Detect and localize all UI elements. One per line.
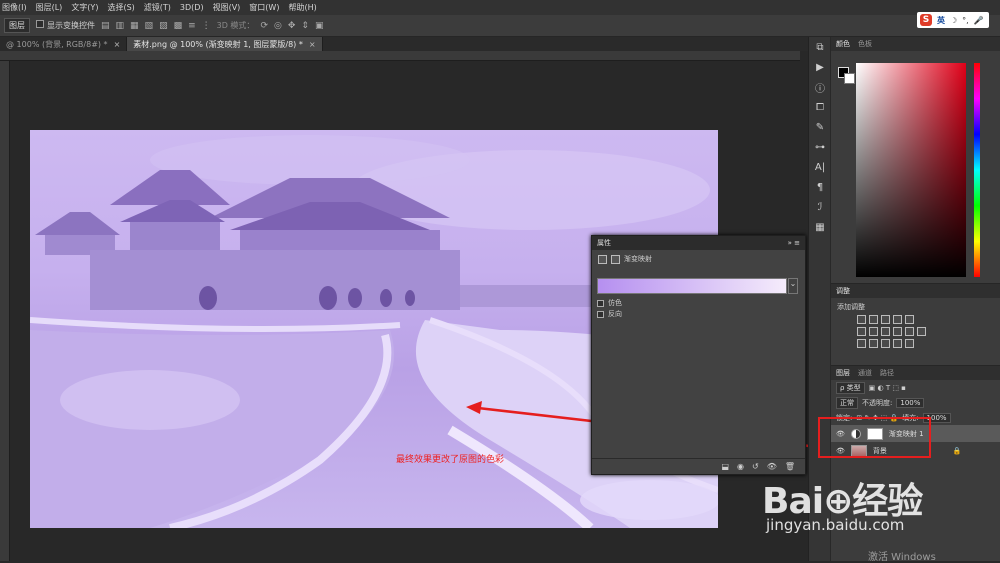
dither-label: 仿色 [608,299,622,307]
mask-icon[interactable] [611,254,620,264]
gradient-map-icon[interactable] [893,339,902,348]
tab-color[interactable]: 颜色 [836,39,850,49]
exposure-icon[interactable] [893,315,902,324]
properties-panel: 属性 » ≡ 渐变映射 ⌄ 仿色 反向 ⬓ ◉ ↺ 👁 🗑 [591,235,806,475]
blend-mode-dropdown[interactable]: 正常 [836,396,858,409]
vibrance-icon[interactable] [905,315,914,324]
character-icon[interactable]: A| [809,157,831,177]
tab-paths[interactable]: 路径 [880,368,894,378]
adjustment-icon[interactable] [598,254,607,264]
fg-bg-swatches[interactable] [838,67,856,85]
levels-icon[interactable] [869,315,878,324]
annotation-highlight-box [818,417,931,458]
history-icon[interactable]: ⧉ [809,37,831,57]
reverse-checkbox[interactable]: 反向 [597,309,622,319]
curves-icon[interactable] [881,315,890,324]
navigator-icon[interactable]: ⧠ [809,97,831,117]
checkbox-icon [597,299,604,307]
dither-checkbox[interactable]: 仿色 [597,298,622,308]
adjustment-icons-row-2 [857,327,1000,336]
tool-presets-icon[interactable]: ⊶ [809,137,831,157]
layers-panel-tabs: 图层 通道 路径 [831,366,1000,380]
color-panel-tabs: 颜色 色板 [831,37,1000,51]
blend-row: 正常 不透明度: 100% [831,395,1000,410]
brush-icon[interactable]: ✎ [809,117,831,137]
adjustments-tabs: 调整 [831,284,1000,298]
clip-icon[interactable]: ⬓ [721,462,729,471]
threshold-icon[interactable] [881,339,890,348]
tab-adjustments[interactable]: 调整 [836,286,850,296]
panel-menu-icon[interactable]: » ≡ [788,239,800,247]
opacity-label: 不透明度: [862,398,893,407]
properties-subtitle: 渐变映射 [624,255,652,263]
add-adjustment-label: 添加调整 [837,303,865,311]
black-white-icon[interactable] [881,327,890,336]
hue-slider[interactable] [974,63,980,277]
glyphs-icon[interactable]: ℐ [809,197,831,217]
properties-title: 属性 [597,239,611,247]
properties-subheader: 渐变映射 [592,250,805,268]
lock-icon: 🔒 [952,446,962,455]
color-balance-icon[interactable] [869,327,878,336]
brightness-icon[interactable] [857,315,866,324]
gradient-editor[interactable] [597,278,787,294]
paragraph-icon[interactable]: ¶ [809,177,831,197]
baidu-watermark: Bai⊕经验 jingyan.baidu.com [762,472,992,542]
color-lookup-icon[interactable] [917,327,926,336]
layer-filter-row: ρ 类型 ▣ ◐ T ⬚ ▪ [831,380,1000,395]
adjustments-panel: 调整 添加调整 [831,283,1000,365]
view-previous-icon[interactable]: ◉ [737,462,744,471]
properties-icon[interactable]: ▦ [809,217,831,237]
photo-filter-icon[interactable] [893,327,902,336]
tab-channels[interactable]: 通道 [858,368,872,378]
properties-header[interactable]: 属性 » ≡ [592,236,805,250]
hue-sat-icon[interactable] [857,327,866,336]
background-color[interactable] [844,73,855,84]
reset-icon[interactable]: ↺ [752,462,759,471]
adjustment-icons-row-1 [857,315,1000,324]
selective-color-icon[interactable] [905,339,914,348]
info-icon[interactable]: ⓘ [809,77,831,97]
annotation-text: 最终效果更改了原图的色彩 [396,455,505,465]
checkbox-icon [597,310,604,318]
tab-layers[interactable]: 图层 [836,368,850,378]
channel-mixer-icon[interactable] [905,327,914,336]
visibility-icon[interactable]: 👁 [767,462,777,471]
gradient-dropdown-icon[interactable]: ⌄ [788,278,798,294]
opacity-input[interactable]: 100% [896,397,925,408]
color-panel: 颜色 色板 [831,37,1000,283]
adjustment-icons-row-3 [857,339,1000,348]
reverse-label: 反向 [608,310,622,318]
layer-filter-dropdown[interactable]: ρ 类型 [836,381,865,394]
play-icon[interactable]: ▶ [809,57,831,77]
invert-icon[interactable] [857,339,866,348]
color-field[interactable] [856,63,966,277]
posterize-icon[interactable] [869,339,878,348]
trash-icon[interactable]: 🗑 [785,462,795,471]
tab-swatches[interactable]: 色板 [858,39,872,49]
watermark-url: jingyan.baidu.com [766,516,905,534]
filter-icons[interactable]: ▣ ◐ T ⬚ ▪ [869,384,906,392]
